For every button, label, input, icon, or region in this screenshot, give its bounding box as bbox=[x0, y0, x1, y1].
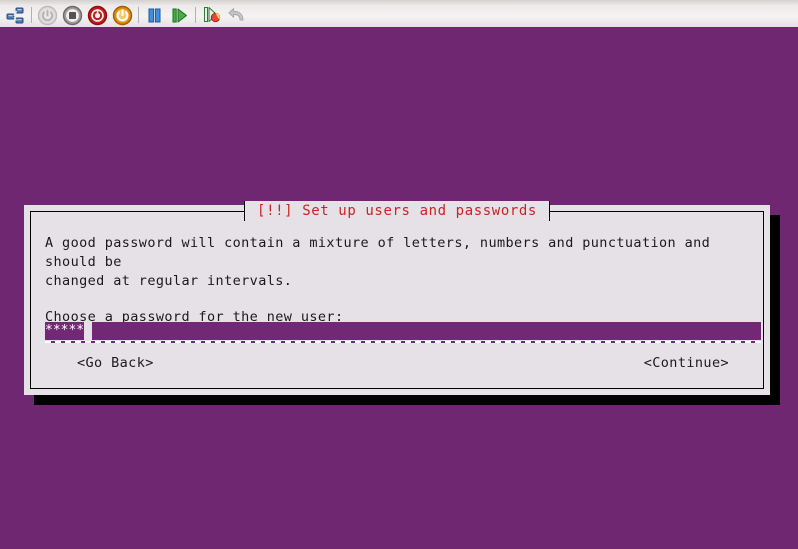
vm-toolbar bbox=[0, 0, 798, 30]
snapshot-icon[interactable] bbox=[199, 2, 224, 28]
vm-network-icon[interactable] bbox=[3, 2, 28, 28]
text-cursor bbox=[84, 322, 93, 340]
resume-icon[interactable] bbox=[167, 2, 192, 28]
password-input[interactable]: ***** bbox=[45, 322, 761, 343]
toolbar-separator bbox=[192, 2, 199, 28]
continue-button[interactable]: <Continue> bbox=[644, 354, 729, 372]
go-back-button[interactable]: <Go Back> bbox=[77, 354, 154, 372]
revert-icon[interactable] bbox=[224, 2, 249, 28]
power-on-icon[interactable] bbox=[35, 2, 60, 28]
password-masked-value: ***** bbox=[45, 323, 85, 338]
dialog-button-row: <Go Back> <Continue> bbox=[31, 354, 763, 372]
toolbar-separator bbox=[135, 2, 142, 28]
toolbar-separator bbox=[28, 2, 35, 28]
password-advice-text: A good password will contain a mixture o… bbox=[45, 235, 711, 289]
power-off-icon[interactable] bbox=[85, 2, 110, 28]
password-input-row: ***** bbox=[45, 322, 761, 343]
field-underline bbox=[45, 341, 761, 343]
suspend-icon[interactable] bbox=[110, 2, 135, 28]
dialog-frame: [!!] Set up users and passwords A good p… bbox=[30, 201, 764, 389]
pause-icon[interactable] bbox=[142, 2, 167, 28]
shutdown-icon[interactable] bbox=[60, 2, 85, 28]
installer-dialog: [!!] Set up users and passwords A good p… bbox=[24, 201, 770, 395]
